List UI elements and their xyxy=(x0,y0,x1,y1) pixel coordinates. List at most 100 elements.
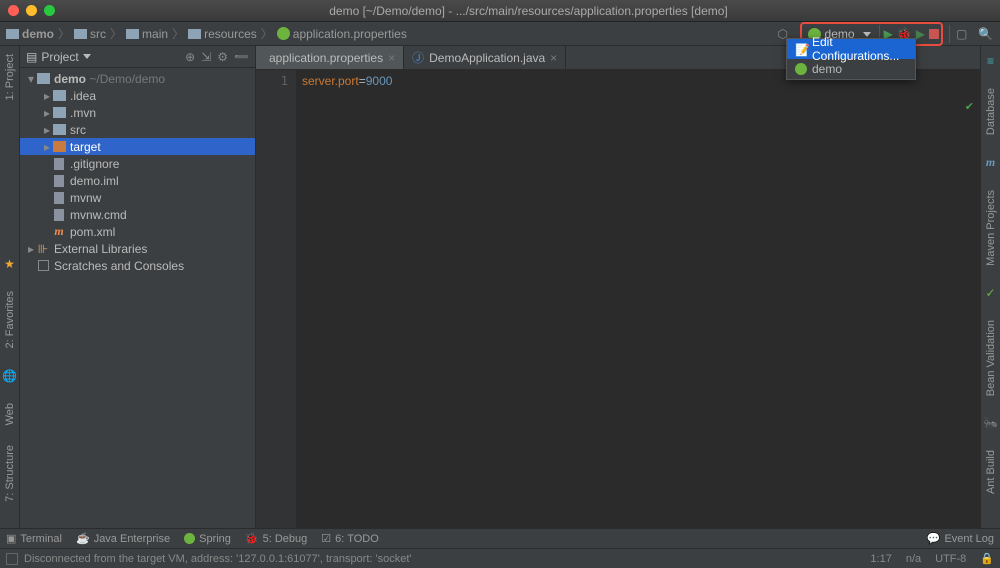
breadcrumb-sep: 〉 xyxy=(110,25,122,42)
tree-node[interactable]: mvnw xyxy=(20,189,255,206)
chevron-down-icon xyxy=(83,54,91,59)
java-ee-tab[interactable]: ☕Java Enterprise xyxy=(76,532,170,545)
folder-icon xyxy=(74,29,87,39)
event-log-tab[interactable]: 💬Event Log xyxy=(927,532,994,545)
javaee-icon: ☕ xyxy=(76,532,90,545)
expand-arrow[interactable] xyxy=(42,106,52,120)
tree-node[interactable]: src xyxy=(20,121,255,138)
gear-icon[interactable]: ⚙ xyxy=(217,50,228,64)
project-view-icon: ▤ xyxy=(26,50,37,64)
tree-node[interactable]: target xyxy=(20,138,255,155)
tree-node[interactable]: ⊪ External Libraries xyxy=(20,240,255,257)
expand-arrow[interactable] xyxy=(42,140,52,154)
tree-node[interactable]: .idea xyxy=(20,87,255,104)
inspection-ok-icon[interactable]: ✔ xyxy=(965,100,974,113)
edit-configurations-item[interactable]: 📝 Edit Configurations... xyxy=(787,39,915,59)
close-window-icon[interactable] xyxy=(8,5,19,16)
scratch-icon xyxy=(36,260,50,271)
project-tree: demo ~/Demo/demo.idea .mvn srctarget .gitig… xyxy=(20,68,255,276)
title-bar: demo [~/Demo/demo] - .../src/main/resour… xyxy=(0,0,1000,22)
database-tool-tab[interactable]: Database xyxy=(985,88,997,135)
lib-icon: ⊪ xyxy=(36,242,50,256)
tree-label: Scratches and Consoles xyxy=(54,259,184,273)
caret-position[interactable]: 1:17 xyxy=(870,553,891,565)
tree-label: demo.iml xyxy=(70,174,119,188)
max-window-icon[interactable] xyxy=(44,5,55,16)
min-window-icon[interactable] xyxy=(26,5,37,16)
tree-node[interactable]: demo ~/Demo/demo xyxy=(20,70,255,87)
bug-icon: 🐞 xyxy=(245,532,259,545)
project-pane-title[interactable]: ▤ Project xyxy=(26,50,179,64)
tree-node[interactable]: .gitignore xyxy=(20,155,255,172)
tree-node[interactable]: .mvn xyxy=(20,104,255,121)
code-area[interactable]: server.port=9000 xyxy=(296,70,980,528)
breadcrumb-item[interactable]: main xyxy=(126,27,168,41)
readonly-status[interactable]: n/a xyxy=(906,553,921,565)
spring-tab[interactable]: Spring xyxy=(184,533,231,545)
dir-icon xyxy=(36,73,50,84)
java-icon: Ⓙ xyxy=(412,49,424,66)
lock-icon[interactable]: 🔒 xyxy=(980,552,994,565)
tree-node[interactable]: mpom.xml xyxy=(20,223,255,240)
tree-node[interactable]: demo.iml xyxy=(20,172,255,189)
breadcrumb-item[interactable]: application.properties xyxy=(277,27,407,41)
close-tab-icon[interactable]: × xyxy=(388,51,395,65)
breadcrumb-item[interactable]: src xyxy=(74,27,106,41)
structure-tool-tab[interactable]: 7: Structure xyxy=(4,445,16,502)
encoding-status[interactable]: UTF-8 xyxy=(935,553,966,565)
tree-label: External Libraries xyxy=(54,242,147,256)
editor-body: 1 server.port=9000 ✔ xyxy=(256,70,980,528)
dir-icon xyxy=(52,90,66,101)
tree-label: mvnw xyxy=(70,191,101,205)
expand-arrow[interactable] xyxy=(42,89,52,103)
stop-button[interactable] xyxy=(929,29,939,39)
favorites-tool-tab[interactable]: 2: Favorites xyxy=(4,291,16,348)
bottom-tool-stripe: ▣Terminal ☕Java Enterprise Spring 🐞5: De… xyxy=(0,528,1000,548)
search-icon[interactable]: 🔍 xyxy=(978,27,994,41)
terminal-tab[interactable]: ▣Terminal xyxy=(6,532,62,545)
coverage-button[interactable]: ▶ xyxy=(916,27,925,41)
tree-label: .mvn xyxy=(70,106,96,120)
editor-tab[interactable]: ⒿDemoApplication.java× xyxy=(404,46,566,69)
expand-arrow[interactable] xyxy=(26,72,36,86)
editor-area: application.properties×ⒿDemoApplication.… xyxy=(256,46,980,528)
dir-icon xyxy=(52,124,66,135)
expand-arrow[interactable] xyxy=(42,123,52,137)
close-tab-icon[interactable]: × xyxy=(550,51,557,65)
collapse-icon[interactable]: ⇲ xyxy=(201,50,211,64)
breadcrumb-sep: 〉 xyxy=(58,25,70,42)
line-gutter: 1 xyxy=(256,70,296,528)
tree-node[interactable]: Scratches and Consoles xyxy=(20,257,255,274)
spring-icon xyxy=(184,533,195,544)
breadcrumb-item[interactable]: demo xyxy=(6,27,54,41)
breadcrumb-item[interactable]: resources xyxy=(188,27,257,41)
separator xyxy=(949,25,950,43)
todo-icon: ☑ xyxy=(321,532,331,545)
tree-label: src xyxy=(70,123,86,137)
file-icon xyxy=(52,175,66,187)
layout-icon[interactable]: ▢ xyxy=(956,27,972,41)
maven-tool-tab[interactable]: Maven Projects xyxy=(985,190,997,266)
project-tool-tab[interactable]: 1: Project xyxy=(4,54,16,100)
hide-icon[interactable]: ➖ xyxy=(234,50,249,64)
locate-icon[interactable]: ⊕ xyxy=(185,50,195,64)
status-indicator[interactable] xyxy=(6,553,18,565)
tree-node[interactable]: mvnw.cmd xyxy=(20,206,255,223)
favorites-icon[interactable]: ★ xyxy=(4,257,15,271)
web-icon[interactable]: 🌐 xyxy=(2,369,17,383)
ant-tool-tab[interactable]: Ant Build xyxy=(985,450,997,494)
tree-label: pom.xml xyxy=(70,225,115,239)
project-tool-window: ▤ Project ⊕ ⇲ ⚙ ➖ demo ~/Demo/demo.idea.… xyxy=(20,46,256,528)
expand-arrow[interactable] xyxy=(26,242,36,256)
breadcrumb: demo 〉 src 〉 main 〉 resources 〉 applicat… xyxy=(6,25,407,42)
web-tool-tab[interactable]: Web xyxy=(4,403,16,425)
editor-tab[interactable]: application.properties× xyxy=(256,46,404,69)
tree-label: .gitignore xyxy=(70,157,119,171)
window-controls xyxy=(8,5,55,16)
todo-tab[interactable]: ☑6: TODO xyxy=(321,532,378,545)
run-config-dropdown: 📝 Edit Configurations... demo xyxy=(786,38,916,80)
debug-tab[interactable]: 🐞5: Debug xyxy=(245,532,307,545)
edit-config-label: Edit Configurations... xyxy=(812,35,907,63)
status-message: Disconnected from the target VM, address… xyxy=(24,553,870,565)
bean-validation-tab[interactable]: Bean Validation xyxy=(985,320,997,396)
